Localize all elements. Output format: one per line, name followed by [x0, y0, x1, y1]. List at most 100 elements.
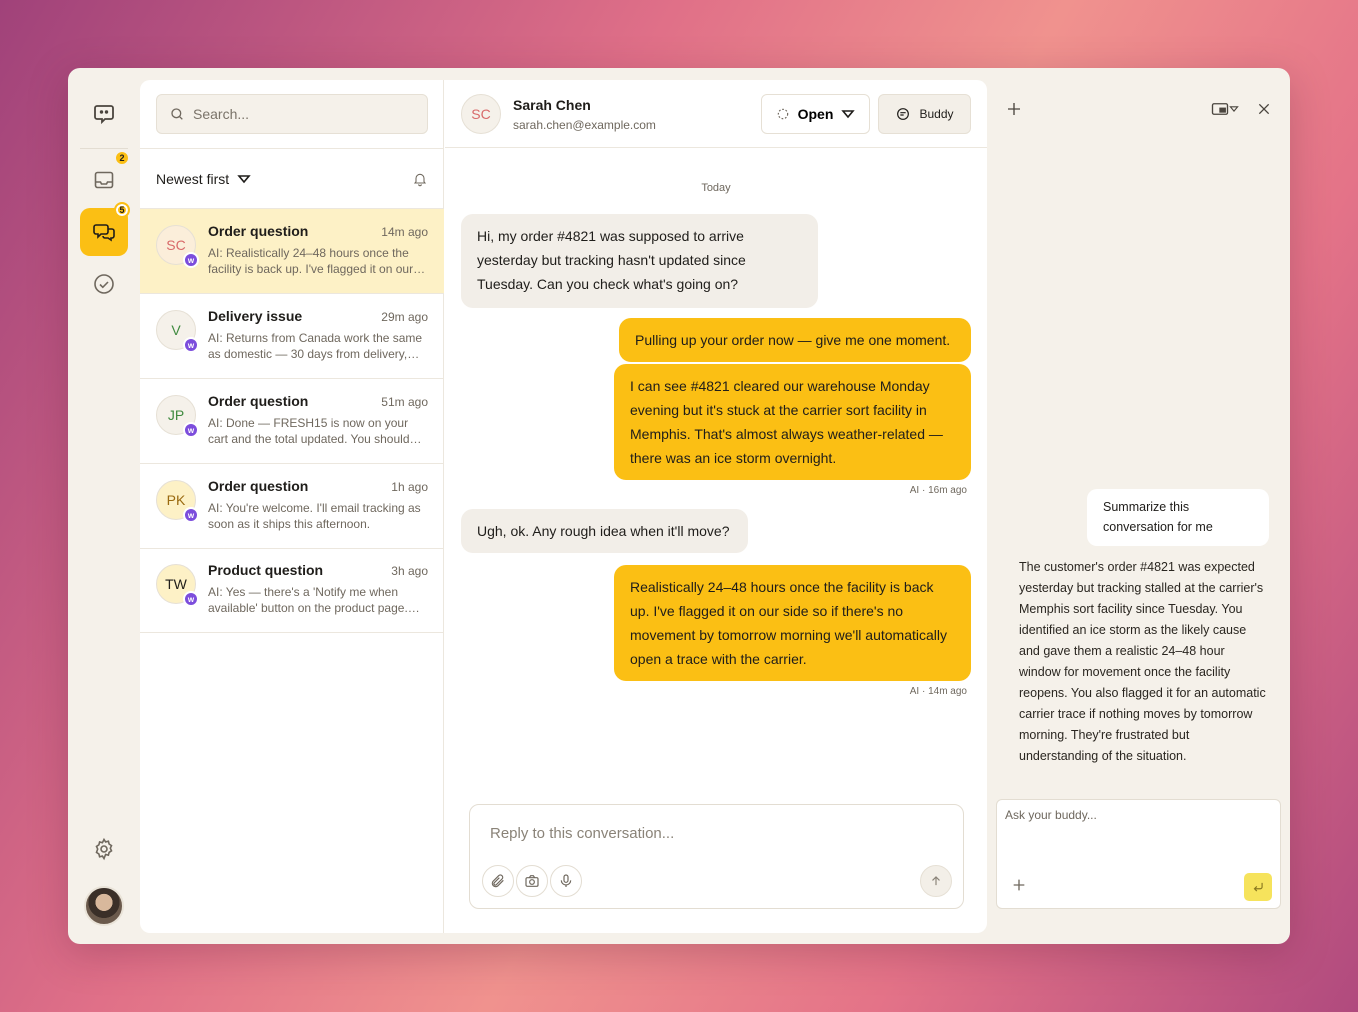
buddy-panel: Summarize this conversation for me The c…: [987, 68, 1290, 944]
conversation-preview: AI: Realistically 24–48 hours once the f…: [208, 246, 414, 276]
chat-bubbles-icon: [93, 224, 115, 242]
sort-label: Newest first: [156, 170, 230, 187]
attach-button[interactable]: [482, 865, 514, 897]
bell-icon[interactable]: [412, 171, 428, 187]
conversation-item[interactable]: V w Delivery issue 29m ago AI: Returns fr…: [140, 294, 444, 379]
new-chat-button[interactable]: [1004, 99, 1024, 119]
contact-avatar: SC: [461, 94, 501, 134]
settings-button[interactable]: [80, 825, 128, 873]
plus-icon: [1008, 103, 1020, 115]
buddy-button[interactable]: Buddy: [878, 94, 971, 134]
message-incoming: Ugh, ok. Any rough idea when it'll move?: [461, 509, 748, 553]
app-window: 2 5 Newest first: [68, 68, 1290, 944]
channel-badge: w: [183, 252, 199, 268]
user-avatar[interactable]: [84, 886, 124, 926]
search-box[interactable]: [156, 94, 428, 134]
camera-button[interactable]: [516, 865, 548, 897]
microphone-icon: [560, 874, 572, 887]
message-outgoing: I can see #4821 cleared our warehouse Mo…: [614, 364, 971, 480]
chevron-down-icon: [841, 110, 856, 119]
conversation-time: 3h ago: [391, 564, 428, 578]
message-meta: AI · 14m ago: [909, 686, 967, 697]
contact-avatar: PK w: [156, 480, 199, 523]
check-circle-icon: [94, 274, 114, 294]
contact-email: sarah.chen@example.com: [513, 118, 656, 132]
panel-layout-icon: [1211, 103, 1229, 115]
ask-buddy-box: [996, 799, 1281, 909]
conversation-time: 1h ago: [391, 480, 428, 494]
conversation-item[interactable]: TW w Product question 3h ago AI: Yes — th…: [140, 548, 444, 633]
logo-icon[interactable]: [80, 90, 128, 138]
gear-icon: [95, 837, 113, 861]
channel-badge: w: [183, 422, 199, 438]
conversation-time: 51m ago: [381, 395, 428, 409]
ask-buddy-input[interactable]: [1005, 808, 1270, 838]
paperclip-icon: [491, 874, 504, 888]
reply-composer: [469, 804, 964, 909]
contact-name: Sarah Chen: [513, 97, 591, 113]
search-icon: [171, 108, 183, 120]
contact-avatar: SC w: [156, 225, 199, 268]
channel-badge: w: [183, 507, 199, 523]
inbox-button[interactable]: 2: [80, 150, 130, 204]
conversation-preview: AI: You're welcome. I'll email tracking …: [208, 501, 421, 531]
plus-icon[interactable]: [1011, 877, 1027, 893]
chats-badge: 5: [114, 202, 130, 218]
chevron-down-icon: [1229, 106, 1239, 113]
conversation-time: 14m ago: [381, 225, 428, 239]
message-outgoing: Pulling up your order now — give me one …: [619, 318, 971, 362]
buddy-label: Buddy: [919, 107, 954, 121]
camera-icon: [525, 875, 539, 887]
close-button[interactable]: [1254, 99, 1274, 119]
conversation-item[interactable]: PK w Order question 1h ago AI: You're wel…: [140, 464, 444, 549]
channel-badge: w: [183, 591, 199, 607]
conversation-preview: AI: Yes — there's a 'Notify me when avai…: [208, 585, 408, 615]
contact-avatar: TW w: [156, 564, 199, 607]
conversation-title: Product question: [208, 562, 324, 578]
buddy-response: The customer's order #4821 was expected …: [1019, 560, 1266, 763]
contact-avatar: JP w: [156, 395, 199, 438]
conversation-preview: AI: Done — FRESH15 is now on your cart a…: [208, 416, 410, 446]
status-icon: [777, 108, 788, 120]
reply-input[interactable]: [490, 825, 940, 849]
message-outgoing: Realistically 24–48 hours once the facil…: [614, 565, 971, 681]
arrow-up-icon: [932, 876, 940, 886]
message-incoming: Hi, my order #4821 was supposed to arriv…: [461, 214, 818, 308]
inbox-icon: [94, 171, 114, 189]
send-button[interactable]: [920, 865, 952, 897]
channel-badge: w: [183, 337, 199, 353]
sort-dropdown[interactable]: Newest first: [156, 171, 251, 187]
conversation-title: Order question: [208, 393, 309, 409]
ask-send-button[interactable]: [1244, 873, 1272, 901]
conversation-list-pane: Newest first SC w Order question 14m ago …: [140, 80, 444, 933]
microphone-button[interactable]: [550, 865, 582, 897]
chats-button[interactable]: 5: [80, 202, 130, 256]
buddy-user-message: Summarize this conversation for me: [1087, 489, 1269, 546]
inbox-badge: 2: [114, 150, 130, 166]
resolved-button[interactable]: [80, 260, 128, 308]
conversation-title: Delivery issue: [208, 308, 303, 324]
conversation-preview: AI: Returns from Canada work the same as…: [208, 331, 423, 361]
conversation-title: Order question: [208, 478, 309, 494]
enter-icon: [1253, 882, 1263, 892]
main-card: Newest first SC w Order question 14m ago …: [140, 80, 987, 933]
search-input[interactable]: [193, 106, 413, 122]
contact-avatar: V w: [156, 310, 199, 353]
chat-header: SC Sarah Chen sarah.chen@example.com Ope…: [445, 80, 987, 148]
close-icon: [1258, 103, 1270, 115]
status-dropdown[interactable]: Open: [761, 94, 870, 134]
conversation-item[interactable]: JP w Order question 51m ago AI: Done — FR…: [140, 379, 444, 464]
buddy-icon: [897, 108, 910, 120]
conversation-time: 29m ago: [381, 310, 428, 324]
status-label: Open: [797, 106, 834, 122]
layout-dropdown[interactable]: [1208, 99, 1242, 119]
chat-pane: SC Sarah Chen sarah.chen@example.com Ope…: [445, 80, 987, 933]
rail-divider: [80, 148, 128, 149]
conversation-item[interactable]: SC w Order question 14m ago AI: Realistic…: [140, 209, 444, 294]
conversation-title: Order question: [208, 223, 309, 239]
chevron-down-icon: [237, 174, 251, 183]
nav-rail: 2 5: [68, 68, 140, 944]
day-separator: Today: [701, 182, 731, 194]
sort-row: Newest first: [140, 148, 444, 209]
message-meta: AI · 16m ago: [909, 485, 967, 496]
